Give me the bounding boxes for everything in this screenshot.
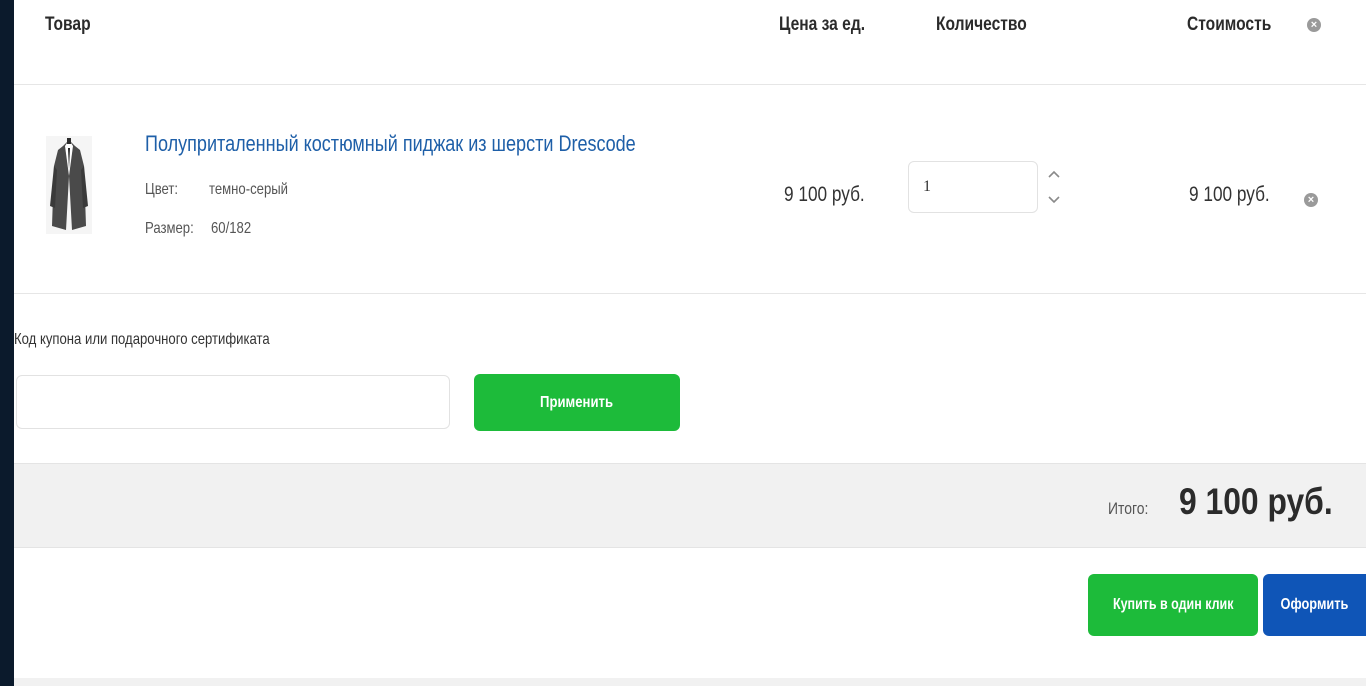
item-cost: 9 100 руб.: [1189, 183, 1270, 206]
total-label: Итого:: [1108, 499, 1149, 518]
remove-all-icon[interactable]: ×: [1307, 18, 1321, 32]
chevron-down-icon[interactable]: [1046, 193, 1062, 207]
total-bar: Итого: 9 100 руб.: [14, 463, 1366, 548]
apply-coupon-label: Применить: [540, 394, 614, 411]
header-cost: Стоимость: [1187, 14, 1272, 35]
quantity-input[interactable]: 1: [908, 161, 1038, 213]
buy-one-click-button[interactable]: Купить в один клик: [1088, 574, 1258, 636]
size-value: 60/182: [211, 220, 252, 237]
checkout-label: Оформить: [1280, 596, 1349, 613]
size-label: Размер:: [145, 220, 194, 237]
chevron-up-icon[interactable]: [1046, 167, 1062, 181]
remove-item-icon[interactable]: ×: [1304, 193, 1318, 207]
unit-price: 9 100 руб.: [784, 183, 865, 206]
coupon-label: Код купона или подарочного сертификата: [14, 331, 270, 348]
product-thumbnail[interactable]: [46, 136, 92, 234]
color-label: Цвет:: [145, 181, 179, 198]
cart-header: Товар Цена за ед. Количество Стоимость ×: [14, 0, 1366, 85]
cart-page: Товар Цена за ед. Количество Стоимость ×…: [14, 0, 1366, 686]
cart-item-row: Полуприталенный костюмный пиджак из шерс…: [14, 85, 1366, 294]
coupon-input[interactable]: [16, 375, 450, 429]
buy-one-click-label: Купить в один клик: [1112, 596, 1234, 613]
header-product: Товар: [45, 14, 91, 35]
header-quantity: Количество: [936, 14, 1027, 35]
checkout-button[interactable]: Оформить: [1263, 574, 1366, 636]
apply-coupon-button[interactable]: Применить: [474, 374, 680, 431]
color-value: темно-серый: [209, 181, 289, 198]
total-value: 9 100 руб.: [1179, 481, 1333, 522]
product-title-link[interactable]: Полуприталенный костюмный пиджак из шерс…: [145, 131, 636, 157]
header-unit-price: Цена за ед.: [779, 14, 866, 35]
footer-strip: [14, 678, 1366, 686]
